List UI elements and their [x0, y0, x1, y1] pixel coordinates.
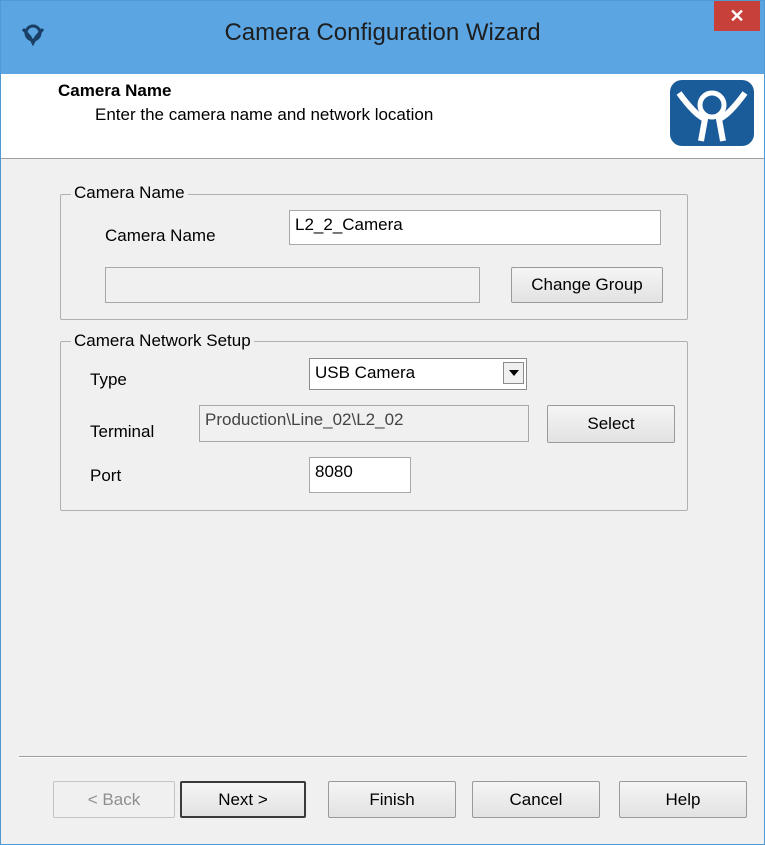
change-group-button[interactable]: Change Group	[511, 267, 663, 303]
port-label: Port	[90, 466, 122, 485]
title-bar[interactable]: Camera Configuration Wizard ✕	[1, 1, 764, 74]
cancel-button[interactable]: Cancel	[472, 781, 600, 818]
select-terminal-button[interactable]: Select	[547, 405, 675, 443]
camera-name-label: Camera Name	[105, 226, 216, 245]
close-icon: ✕	[729, 6, 745, 26]
page-title: Camera Name	[58, 81, 172, 100]
back-button: < Back	[53, 781, 175, 818]
type-label: Type	[90, 370, 127, 389]
help-button[interactable]: Help	[619, 781, 747, 818]
close-button[interactable]: ✕	[714, 1, 760, 31]
camera-name-group-legend: Camera Name	[71, 183, 188, 203]
port-input[interactable]: 8080	[309, 457, 411, 493]
camera-group-field	[105, 267, 480, 303]
camera-type-select[interactable]: USB Camera	[309, 358, 527, 390]
camera-network-group-legend: Camera Network Setup	[71, 331, 254, 351]
footer-divider	[19, 756, 747, 758]
thinmanager-logo-icon	[670, 80, 754, 146]
terminal-label: Terminal	[90, 422, 155, 441]
camera-type-value: USB Camera	[315, 363, 416, 382]
wizard-window: Camera Configuration Wizard ✕ Camera Nam…	[0, 0, 765, 845]
window-title: Camera Configuration Wizard	[224, 19, 541, 46]
finish-button[interactable]: Finish	[328, 781, 456, 818]
camera-name-input[interactable]: L2_2_Camera	[289, 210, 661, 245]
wizard-header: Camera Name Enter the camera name and ne…	[1, 74, 764, 159]
next-button[interactable]: Next >	[180, 781, 306, 818]
chevron-down-icon[interactable]	[503, 362, 524, 384]
page-subtitle: Enter the camera name and network locati…	[95, 105, 434, 124]
terminal-field: Production\Line_02\L2_02	[199, 405, 529, 442]
